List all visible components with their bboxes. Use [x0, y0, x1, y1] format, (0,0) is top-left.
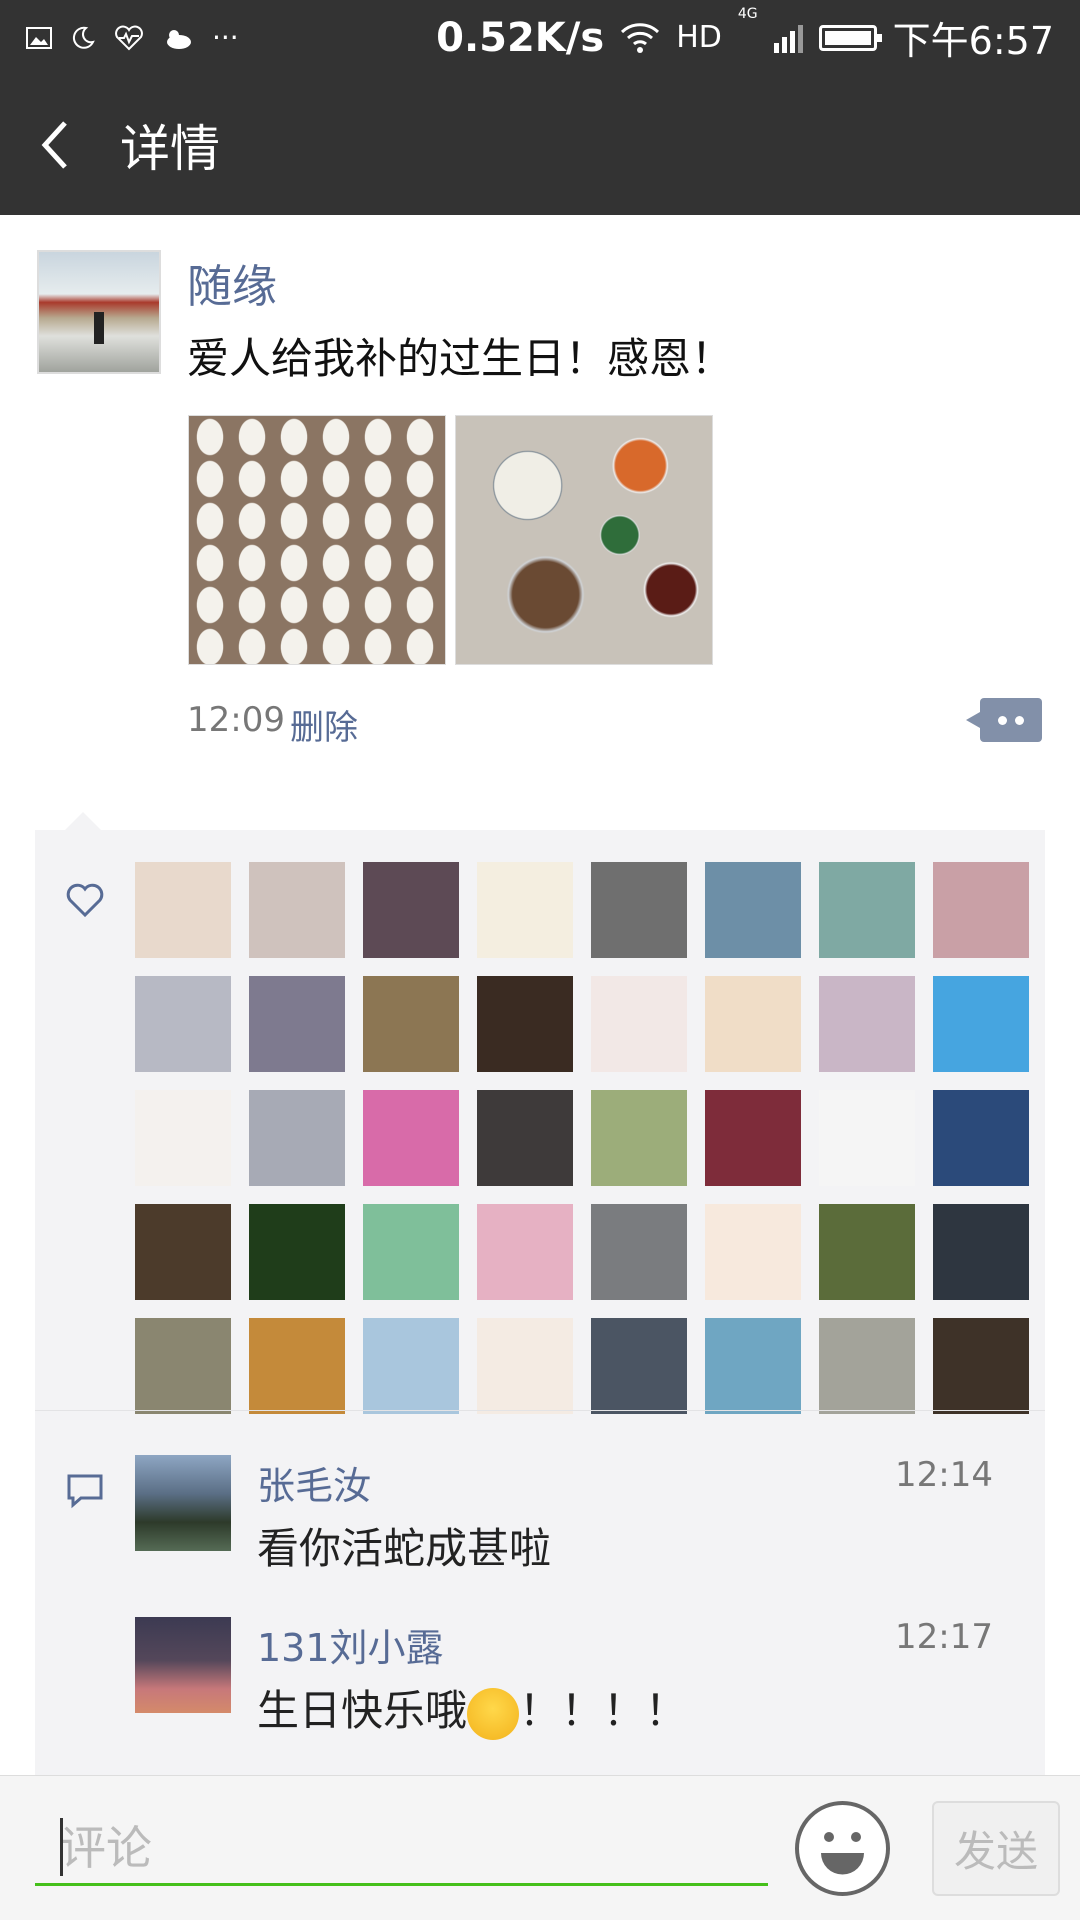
comment-placeholder: 评论: [60, 1820, 152, 1875]
commenter-avatar[interactable]: [135, 1617, 231, 1713]
liker-avatar[interactable]: [363, 1090, 459, 1186]
post-detail: 随缘 爱人给我补的过生日！感恩！ 12:09 删除 张毛汝 12:14 看你活蛇…: [0, 215, 1080, 1820]
heart-outline-icon: [66, 883, 104, 918]
liker-avatar[interactable]: [477, 1318, 573, 1414]
more-actions-button[interactable]: [966, 698, 1042, 742]
liker-avatar[interactable]: [363, 862, 459, 958]
liker-avatar[interactable]: [249, 862, 345, 958]
more-dots-icon: ···: [212, 21, 239, 54]
back-chevron-icon: [41, 121, 67, 169]
post-time: 12:09: [187, 700, 285, 740]
liker-avatar[interactable]: [819, 1318, 915, 1414]
comment-text-suffix: ！！！！: [519, 1686, 688, 1735]
weather-icon: [167, 29, 191, 49]
image-icon: [26, 26, 52, 49]
liker-avatar[interactable]: [135, 1090, 231, 1186]
liker-avatar[interactable]: [591, 1090, 687, 1186]
status-bar: ··· 0.52K/s HD 4G 下午6:57: [0, 0, 1080, 75]
liker-avatar[interactable]: [933, 1204, 1029, 1300]
liker-avatar[interactable]: [135, 976, 231, 1072]
liker-avatar[interactable]: [135, 1204, 231, 1300]
page-title: 详情: [120, 120, 220, 178]
send-button[interactable]: 发送: [932, 1801, 1060, 1896]
comment-time: 12:14: [895, 1455, 993, 1495]
wifi-icon: [621, 22, 660, 53]
comment-text-main: 生日快乐哦: [257, 1686, 468, 1735]
liker-avatar[interactable]: [933, 1090, 1029, 1186]
comment-item[interactable]: 131刘小露 12:17 生日快乐哦 ！！！！: [35, 1592, 1045, 1742]
signal-icon: [773, 23, 803, 53]
comment-bar: 评论 发送: [0, 1775, 1080, 1920]
liker-avatar[interactable]: [819, 976, 915, 1072]
commenter-avatar[interactable]: [135, 1455, 231, 1551]
post-text: 爱人给我补的过生日！感恩！: [187, 334, 734, 383]
commenter-name[interactable]: 131刘小露: [257, 1617, 444, 1672]
emoji-icon: [821, 1832, 864, 1875]
liker-avatar[interactable]: [477, 1204, 573, 1300]
liker-avatar[interactable]: [933, 976, 1029, 1072]
moon-icon: [72, 26, 95, 49]
clock: 下午6:57: [892, 19, 1054, 63]
liker-avatar[interactable]: [135, 862, 231, 958]
liker-avatar[interactable]: [363, 1318, 459, 1414]
heart-monitor-icon: [115, 25, 143, 50]
network-label: HD: [676, 20, 722, 55]
feedback-panel: 张毛汝 12:14 看你活蛇成甚啦 131刘小露 12:17 生日快乐哦 ！！！！: [35, 812, 1045, 1820]
post-photo-dumplings[interactable]: [188, 415, 446, 665]
liker-avatar[interactable]: [819, 1204, 915, 1300]
liker-avatar[interactable]: [363, 1204, 459, 1300]
liker-avatar[interactable]: [249, 1090, 345, 1186]
delete-link[interactable]: 删除: [290, 700, 358, 749]
comment-item[interactable]: 张毛汝 12:14 看你活蛇成甚啦: [35, 1430, 1045, 1580]
liker-avatar[interactable]: [249, 976, 345, 1072]
comment-input[interactable]: 评论: [35, 1806, 768, 1886]
liker-avatar[interactable]: [705, 1204, 801, 1300]
liker-avatar[interactable]: [819, 1090, 915, 1186]
liker-avatar[interactable]: [591, 1318, 687, 1414]
status-right: 0.52K/s HD 4G 下午6:57: [436, 6, 1054, 65]
network-type: 4G: [737, 6, 758, 22]
liker-avatar[interactable]: [135, 1318, 231, 1414]
liker-avatar[interactable]: [477, 976, 573, 1072]
liker-avatar[interactable]: [249, 1318, 345, 1414]
liker-avatar[interactable]: [705, 1090, 801, 1186]
status-left: ···: [26, 21, 239, 54]
author-avatar[interactable]: [37, 250, 161, 374]
smile-emoji-icon: [467, 1687, 520, 1740]
liker-avatar[interactable]: [933, 862, 1029, 958]
commenter-name[interactable]: 张毛汝: [257, 1455, 371, 1510]
liker-avatar[interactable]: [363, 976, 459, 1072]
comment-text: 看你活蛇成甚啦: [257, 1524, 552, 1573]
network-speed: 0.52K/s: [436, 14, 605, 61]
likes-grid: [135, 862, 1035, 1414]
comment-text: 生日快乐哦 ！！！！: [257, 1677, 687, 1740]
liker-avatar[interactable]: [591, 1204, 687, 1300]
text-caret: [60, 1818, 63, 1876]
divider: [35, 1410, 1045, 1411]
liker-avatar[interactable]: [819, 862, 915, 958]
back-button[interactable]: [0, 75, 110, 215]
liker-avatar[interactable]: [705, 862, 801, 958]
liker-avatar[interactable]: [477, 1090, 573, 1186]
liker-avatar[interactable]: [933, 1318, 1029, 1414]
title-bar: 详情: [0, 75, 1080, 215]
chat-bubble-icon: [67, 1474, 103, 1509]
liker-avatar[interactable]: [705, 1318, 801, 1414]
liker-avatar[interactable]: [477, 862, 573, 958]
post-photo-dishes[interactable]: [455, 415, 713, 665]
liker-avatar[interactable]: [591, 862, 687, 958]
liker-avatar[interactable]: [705, 976, 801, 1072]
author-name[interactable]: 随缘: [187, 250, 277, 315]
battery-icon: [818, 24, 882, 51]
liker-avatar[interactable]: [591, 976, 687, 1072]
emoji-button[interactable]: [795, 1801, 890, 1896]
liker-avatar[interactable]: [249, 1204, 345, 1300]
comment-time: 12:17: [895, 1617, 993, 1657]
